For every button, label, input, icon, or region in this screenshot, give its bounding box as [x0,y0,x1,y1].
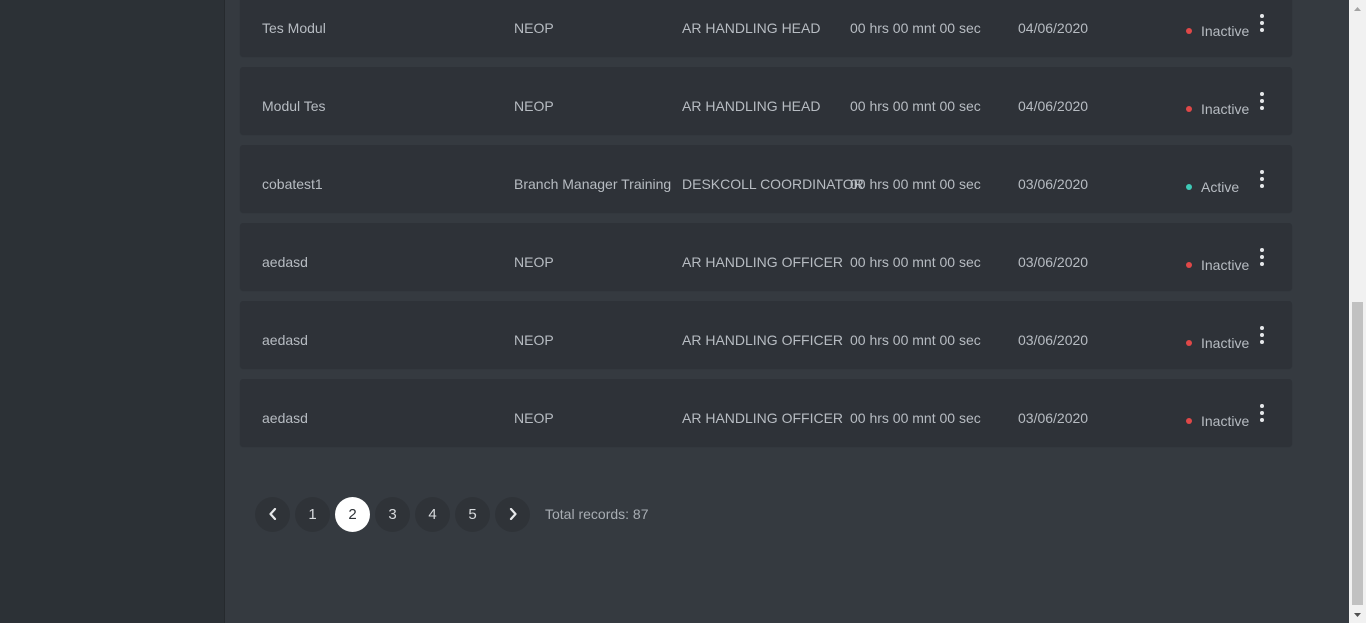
module-name: aedasd [262,254,308,270]
status-badge: Active [1186,179,1239,195]
main-content: Tes Modul NEOP AR HANDLING HEAD 00 hrs 0… [225,0,1349,623]
module-role: DESKCOLL COORDINATOR [682,176,864,192]
scrollbar-thumb[interactable] [1352,302,1363,605]
status-label: Inactive [1201,413,1250,429]
row-menu-kebab-icon[interactable] [1252,91,1272,111]
module-name: Modul Tes [262,98,326,114]
page-button-3[interactable]: 3 [375,496,410,532]
module-category: NEOP [514,98,554,114]
module-category: NEOP [514,254,554,270]
module-duration: 00 hrs 00 mnt 00 sec [850,176,981,192]
row-menu-kebab-icon[interactable] [1252,247,1272,267]
module-list: Tes Modul NEOP AR HANDLING HEAD 00 hrs 0… [240,0,1292,457]
page-button-5[interactable]: 5 [455,496,490,532]
module-name: aedasd [262,332,308,348]
status-dot-icon [1186,28,1192,35]
table-row[interactable]: Modul Tes NEOP AR HANDLING HEAD 00 hrs 0… [240,67,1292,134]
status-badge: Inactive [1186,257,1249,273]
table-row[interactable]: aedasd NEOP AR HANDLING OFFICER 00 hrs 0… [240,223,1292,290]
status-label: Inactive [1201,335,1250,351]
table-row[interactable]: aedasd NEOP AR HANDLING OFFICER 00 hrs 0… [240,301,1292,368]
status-badge: Inactive [1186,413,1249,429]
status-dot-icon [1186,106,1192,113]
table-row[interactable]: cobatest1 Branch Manager Training DESKCO… [240,145,1292,212]
row-menu-kebab-icon[interactable] [1252,13,1272,33]
module-name: aedasd [262,410,308,426]
sidebar [0,0,225,623]
status-badge: Inactive [1186,23,1249,39]
row-menu-kebab-icon[interactable] [1252,169,1272,189]
module-category: NEOP [514,332,554,348]
status-dot-icon [1186,184,1192,191]
chevron-right-icon [509,508,517,520]
module-duration: 00 hrs 00 mnt 00 sec [850,410,981,426]
module-category: Branch Manager Training [514,176,672,192]
next-page-button[interactable] [495,496,530,532]
status-dot-icon [1186,418,1192,425]
status-label: Inactive [1201,101,1250,117]
pagination: 1 2 3 4 5 Total records: 87 [255,496,649,532]
total-records-label: Total records: 87 [545,506,649,522]
module-date: 03/06/2020 [1018,254,1089,270]
scroll-up-arrow-icon[interactable] [1349,0,1366,17]
module-duration: 00 hrs 00 mnt 00 sec [850,254,981,270]
scroll-down-arrow-icon[interactable] [1349,606,1366,623]
status-label: Inactive [1201,257,1250,273]
module-date: 03/06/2020 [1018,176,1089,192]
module-category: NEOP [514,410,554,426]
module-role: AR HANDLING OFFICER [682,410,844,426]
status-label: Inactive [1201,23,1250,39]
status-badge: Inactive [1186,335,1249,351]
chevron-left-icon [268,508,276,520]
module-duration: 00 hrs 00 mnt 00 sec [850,20,981,36]
module-date: 04/06/2020 [1018,20,1089,36]
status-dot-icon [1186,262,1192,269]
module-date: 04/06/2020 [1018,98,1089,114]
row-menu-kebab-icon[interactable] [1252,325,1272,345]
module-role: AR HANDLING OFFICER [682,254,844,270]
module-date: 03/06/2020 [1018,410,1089,426]
module-role: AR HANDLING OFFICER [682,332,844,348]
module-duration: 00 hrs 00 mnt 00 sec [850,98,981,114]
module-duration: 00 hrs 00 mnt 00 sec [850,332,981,348]
table-row[interactable]: aedasd NEOP AR HANDLING OFFICER 00 hrs 0… [240,379,1292,446]
module-name: Tes Modul [262,20,326,36]
page-button-2[interactable]: 2 [335,496,370,532]
page-button-1[interactable]: 1 [295,496,330,532]
page-button-4[interactable]: 4 [415,496,450,532]
module-name: cobatest1 [262,176,323,192]
status-badge: Inactive [1186,101,1249,117]
module-role: AR HANDLING HEAD [682,98,821,114]
table-row[interactable]: Tes Modul NEOP AR HANDLING HEAD 00 hrs 0… [240,0,1292,56]
row-menu-kebab-icon[interactable] [1252,403,1272,423]
prev-page-button[interactable] [255,496,290,532]
module-category: NEOP [514,20,554,36]
status-dot-icon [1186,340,1192,347]
module-date: 03/06/2020 [1018,332,1089,348]
status-label: Active [1201,179,1240,195]
vertical-scrollbar[interactable] [1349,0,1366,623]
module-role: AR HANDLING HEAD [682,20,821,36]
app-window: Tes Modul NEOP AR HANDLING HEAD 00 hrs 0… [0,0,1366,623]
